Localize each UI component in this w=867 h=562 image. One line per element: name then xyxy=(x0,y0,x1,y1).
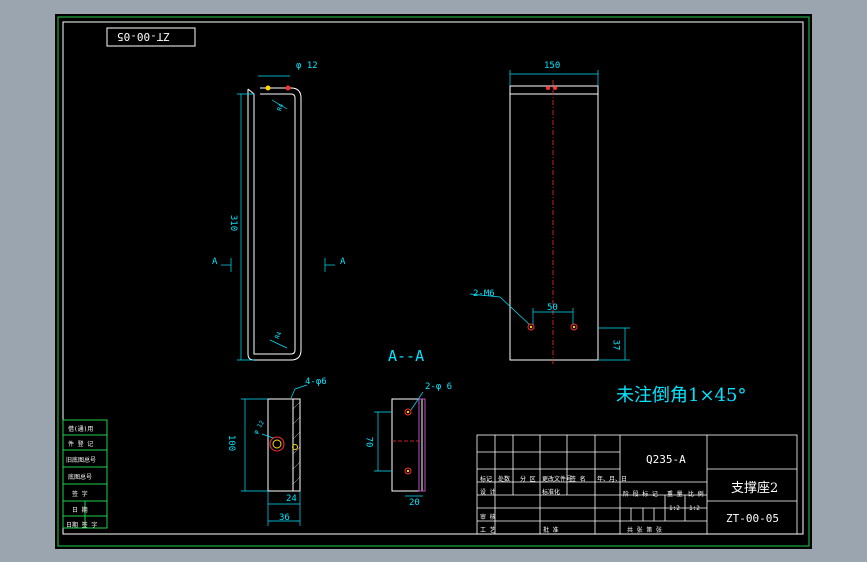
section-label: A--A xyxy=(388,347,425,365)
side-table-7: 日期 签 字 xyxy=(66,522,98,529)
dim-detail-mid-holes: 2-φ 6 xyxy=(425,382,453,392)
part-name: 支撑座2 xyxy=(731,481,779,496)
dim-detail-left-width: 36 xyxy=(279,513,290,523)
dim-side-height: 310 xyxy=(228,214,239,232)
dim-front-holes: 2-M6 xyxy=(473,289,495,299)
drawing-code-rotated: ZT-00-05 xyxy=(117,30,170,43)
detail-left-dims xyxy=(241,384,308,526)
dim-front-hole-height: 37 xyxy=(610,339,621,351)
tb-review: 审 核 xyxy=(480,514,496,521)
dim-detail-left-holes: 4-φ6 xyxy=(305,377,327,387)
dim-front-width: 150 xyxy=(544,61,561,71)
detail-left-hatch xyxy=(292,401,301,485)
dim-side-diameter: φ 12 xyxy=(296,61,318,71)
tb-weight: 重 量 xyxy=(667,491,683,498)
tb-designer: 设 计 xyxy=(480,489,496,496)
outer-frame xyxy=(57,16,810,547)
tb-approve: 批 准 xyxy=(543,527,559,534)
detail-mid xyxy=(391,398,423,492)
detail-mid-dims xyxy=(374,391,424,497)
dim-front-spacing: 50 xyxy=(547,303,558,313)
tb-ratio: 比 例 xyxy=(688,491,704,498)
dim-detail-mid-width: 20 xyxy=(409,498,420,508)
inner-frame xyxy=(62,21,804,535)
side-table-3: 旧底图总号 xyxy=(66,457,97,464)
side-view xyxy=(247,87,302,361)
side-table-5: 签 字 xyxy=(72,491,88,498)
chamfer-note: 未注倒角1×45° xyxy=(616,385,747,406)
tb-header-2: 处数 xyxy=(498,476,511,483)
dim-detail-left-inner-width: 24 xyxy=(286,494,297,504)
tb-header-6: 年、月、日 xyxy=(597,476,628,483)
tb-standard: 标准化 xyxy=(542,489,561,496)
material-label: Q235-A xyxy=(646,453,686,466)
tb-stage: 阶 段 标 记 xyxy=(623,491,658,498)
tb-header-5: 签 名 xyxy=(570,476,586,483)
side-table-2: 件 登 记 xyxy=(68,441,94,448)
section-mark-right: A xyxy=(340,257,346,267)
dim-detail-mid-spacing: 70 xyxy=(363,436,374,448)
side-table-4: 底图总号 xyxy=(68,474,93,481)
section-mark-left: A xyxy=(212,257,218,267)
drawing-sheet: ZT-00-05 A A φ 12 R4 310 R4 150 2-M6 50 … xyxy=(55,14,812,549)
tb-scale: 1:2 xyxy=(669,505,680,512)
side-table-6: 日 期 xyxy=(72,507,88,514)
tb-process: 工 艺 xyxy=(480,527,496,534)
tb-sheet: 共 张 第 张 xyxy=(627,527,662,534)
tb-header-3: 分 区 xyxy=(520,476,536,483)
drawing-number: ZT-00-05 xyxy=(726,512,779,525)
tb-header-1: 标记 xyxy=(480,476,493,483)
tb-header-4: 更改文件号 xyxy=(542,476,573,483)
cad-drawing xyxy=(57,16,810,547)
side-table-1: 借(通)用 xyxy=(68,426,94,433)
dim-detail-left-height: 100 xyxy=(226,434,237,452)
front-view-dims xyxy=(469,70,630,361)
tb-scale-2: 1:2 xyxy=(689,505,700,512)
